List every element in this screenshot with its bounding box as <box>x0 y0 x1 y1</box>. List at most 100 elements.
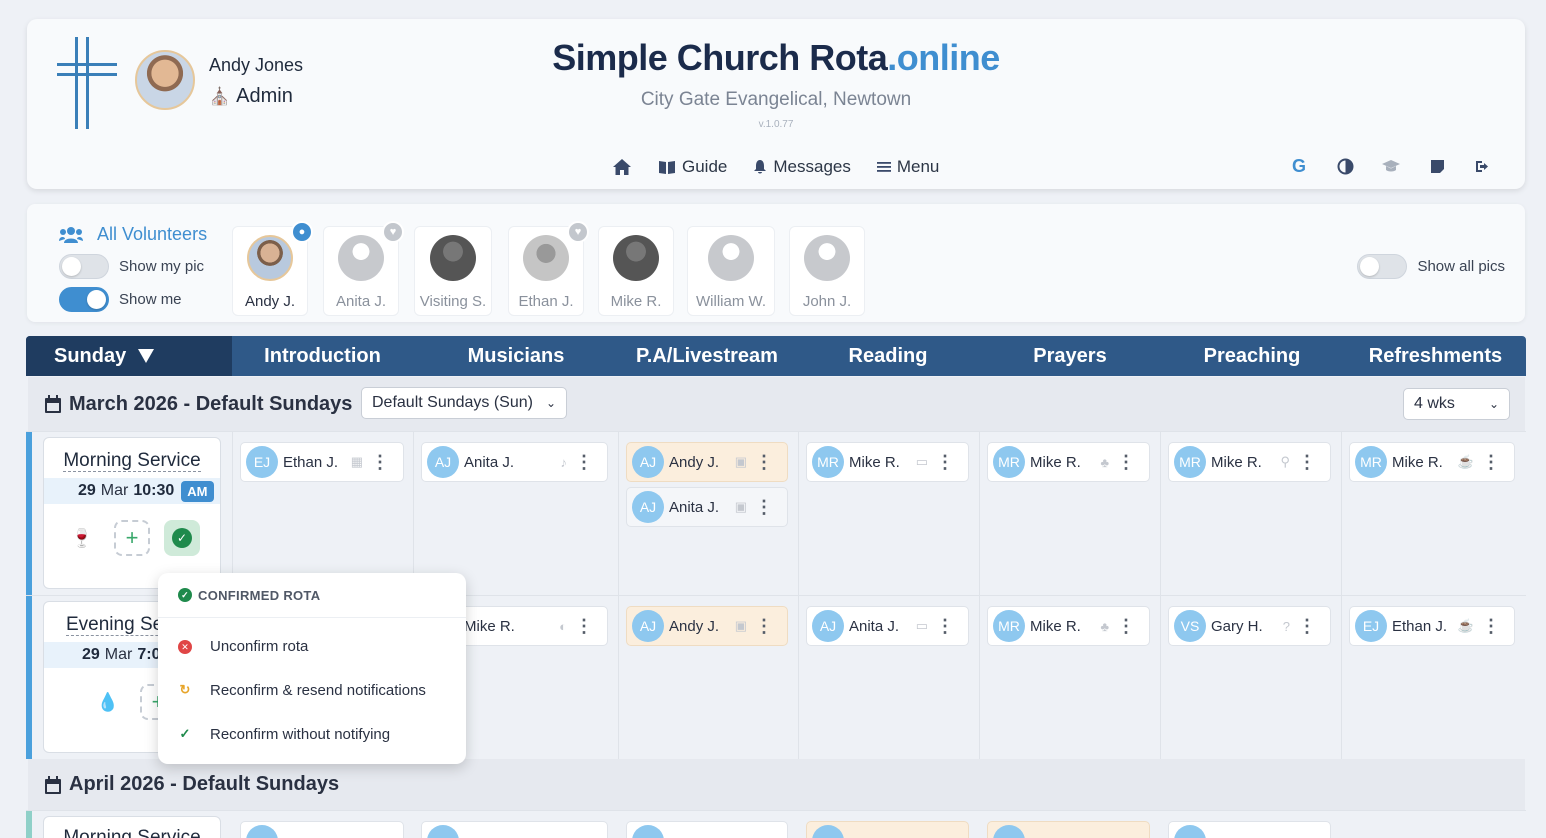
column-divider <box>1341 596 1342 759</box>
role-header-bar: Sunday Introduction Musicians P.A/Livest… <box>26 336 1526 376</box>
volunteer-chip[interactable]: AJ Anita J. ▣ ⋮ <box>626 487 788 527</box>
check-icon: ✓ <box>179 726 191 741</box>
coffee-icon: ☕ <box>1457 454 1474 469</box>
month-heading-april: April 2026 - Default Sundays <box>28 759 1525 810</box>
contrast-icon[interactable] <box>1335 156 1355 176</box>
bell-icon <box>754 160 767 174</box>
month-heading-march: March 2026 - Default Sundays Default Sun… <box>28 377 1525 431</box>
volunteer-chip[interactable]: MR Mike R. ♣ ⋮ <box>987 442 1150 482</box>
volunteer-card[interactable]: Andy J. ● <box>232 221 313 316</box>
more-options-icon[interactable]: ⋮ <box>1298 616 1316 637</box>
more-options-icon[interactable]: ⋮ <box>1117 616 1135 637</box>
more-options-icon[interactable]: ⋮ <box>575 452 593 473</box>
volunteer-chip[interactable]: EJ Ethan J. ☕ ⋮ <box>1349 606 1515 646</box>
show-me-toggle[interactable] <box>59 287 109 312</box>
column-divider <box>618 432 619 595</box>
more-options-icon[interactable]: ⋮ <box>371 452 389 473</box>
volunteer-chip[interactable] <box>1168 821 1331 838</box>
volunteer-card[interactable]: William W. <box>687 226 775 316</box>
volunteer-strip: All Volunteers Show my pic Show me Andy … <box>27 204 1525 322</box>
initials-avatar: AJ <box>427 446 459 478</box>
day-dropdown[interactable]: Sunday <box>26 336 232 376</box>
column-divider <box>798 596 799 759</box>
weeks-select[interactable]: 4 wks ⌄ <box>1403 388 1510 420</box>
service-name[interactable]: Morning Service <box>63 450 201 472</box>
volunteer-chip[interactable]: AJ Anita J. ♪ ⋮ <box>421 442 608 482</box>
messages-link[interactable]: Messages <box>753 157 851 177</box>
reconfirm-resend-item[interactable]: ↻ Reconfirm & resend notifications <box>158 668 466 712</box>
column-divider <box>413 432 414 595</box>
initials-avatar: VS <box>1174 610 1206 642</box>
column-divider <box>618 596 619 759</box>
confirmed-rota-button[interactable]: ✓ <box>164 520 200 556</box>
volunteer-chip[interactable]: EJ Ethan J. ▦ ⋮ <box>240 442 404 482</box>
note-icon[interactable] <box>1427 156 1447 176</box>
initials-avatar <box>1174 825 1206 838</box>
show-my-pic-toggle[interactable] <box>59 254 109 279</box>
volunteer-chip[interactable]: AJ Andy J. ▣ ⋮ <box>626 442 788 482</box>
initials-avatar: MR <box>1355 446 1387 478</box>
show-all-pics-row: Show all pics <box>1357 254 1505 279</box>
service-actions: 🍷 + ✓ <box>44 520 220 556</box>
more-options-icon[interactable]: ⋮ <box>1117 452 1135 473</box>
volunteer-chip[interactable]: AJ Andy J. ▣ ⋮ <box>626 606 788 646</box>
graduation-cap-icon[interactable] <box>1381 156 1401 176</box>
service-name[interactable]: Morning Service <box>63 827 201 838</box>
volunteer-chip[interactable]: MR Mike R. ⚲ ⋮ <box>1168 442 1331 482</box>
pa-icon: ▣ <box>734 499 747 514</box>
volunteer-chip[interactable] <box>240 821 404 838</box>
volunteer-chip[interactable]: VS Gary H. ? ⋮ <box>1168 606 1331 646</box>
template-select[interactable]: Default Sundays (Sun) ⌄ <box>361 387 567 419</box>
column-divider <box>232 432 233 595</box>
home-icon <box>613 159 631 175</box>
more-options-icon[interactable]: ⋮ <box>936 452 954 473</box>
logout-icon[interactable] <box>1473 156 1493 176</box>
volunteer-chip[interactable]: MR Mike R. ▭ ⋮ <box>806 442 969 482</box>
role-prayers: Prayers <box>1033 344 1107 367</box>
more-options-icon[interactable]: ⋮ <box>1298 452 1316 473</box>
more-options-icon[interactable]: ⋮ <box>755 497 773 518</box>
volunteer-card[interactable]: Mike R. <box>598 226 674 316</box>
more-options-icon[interactable]: ⋮ <box>575 616 593 637</box>
initials-avatar <box>632 825 664 838</box>
volunteer-card[interactable]: Ethan J. ♥ <box>508 221 589 316</box>
menu-link[interactable]: Menu <box>876 157 939 177</box>
volunteer-card[interactable]: John J. <box>789 226 865 316</box>
more-options-icon[interactable]: ⋮ <box>755 616 773 637</box>
volunteer-card[interactable]: Visiting S. <box>414 226 492 316</box>
more-options-icon[interactable]: ⋮ <box>1482 452 1500 473</box>
show-all-pics-toggle[interactable] <box>1357 254 1408 279</box>
unconfirm-rota-item[interactable]: ✕ Unconfirm rota <box>158 624 466 668</box>
home-button[interactable] <box>612 158 632 176</box>
app-title: Simple Church Rota.online <box>552 37 1000 78</box>
water-drop-icon[interactable]: 💧 <box>90 684 126 720</box>
all-volunteers-link[interactable]: All Volunteers <box>59 224 207 245</box>
volunteer-chip[interactable]: AJ Anita J. ▭ ⋮ <box>806 606 969 646</box>
more-options-icon[interactable]: ⋮ <box>755 452 773 473</box>
volunteer-chip[interactable] <box>421 821 608 838</box>
chevron-down-icon: ⌄ <box>1488 397 1499 411</box>
reconfirm-silent-item[interactable]: ✓ Reconfirm without notifying <box>158 712 466 756</box>
volunteer-card[interactable]: Anita J. ♥ <box>323 221 404 316</box>
volunteer-chip[interactable] <box>626 821 788 838</box>
column-divider <box>798 432 799 595</box>
role-preaching: Preaching <box>1203 344 1301 367</box>
more-options-icon[interactable]: ⋮ <box>1482 616 1500 637</box>
more-options-icon[interactable]: ⋮ <box>936 616 954 637</box>
add-role-button[interactable]: + <box>114 520 150 556</box>
volunteer-chip[interactable]: MR Mike R. ☕ ⋮ <box>1349 442 1515 482</box>
service-color-bar <box>26 596 32 759</box>
app-header: Andy Jones ⛪ Admin Simple Church Rota.on… <box>27 19 1525 189</box>
app-version: v.1.0.77 <box>758 119 794 130</box>
volunteer-chip[interactable] <box>806 821 969 838</box>
initials-avatar: MR <box>1174 446 1206 478</box>
header-tools: G <box>1289 156 1493 176</box>
volunteer-chip[interactable] <box>987 821 1150 838</box>
show-me-row: Show me <box>59 287 182 312</box>
google-icon[interactable]: G <box>1289 156 1309 176</box>
volunteer-chip[interactable]: MR Mike R. ♣ ⋮ <box>987 606 1150 646</box>
hamburger-icon <box>876 162 891 172</box>
volunteer-photo <box>430 235 476 281</box>
guide-link[interactable]: Guide <box>658 157 727 177</box>
communion-wine-icon[interactable]: 🍷 <box>64 520 100 556</box>
